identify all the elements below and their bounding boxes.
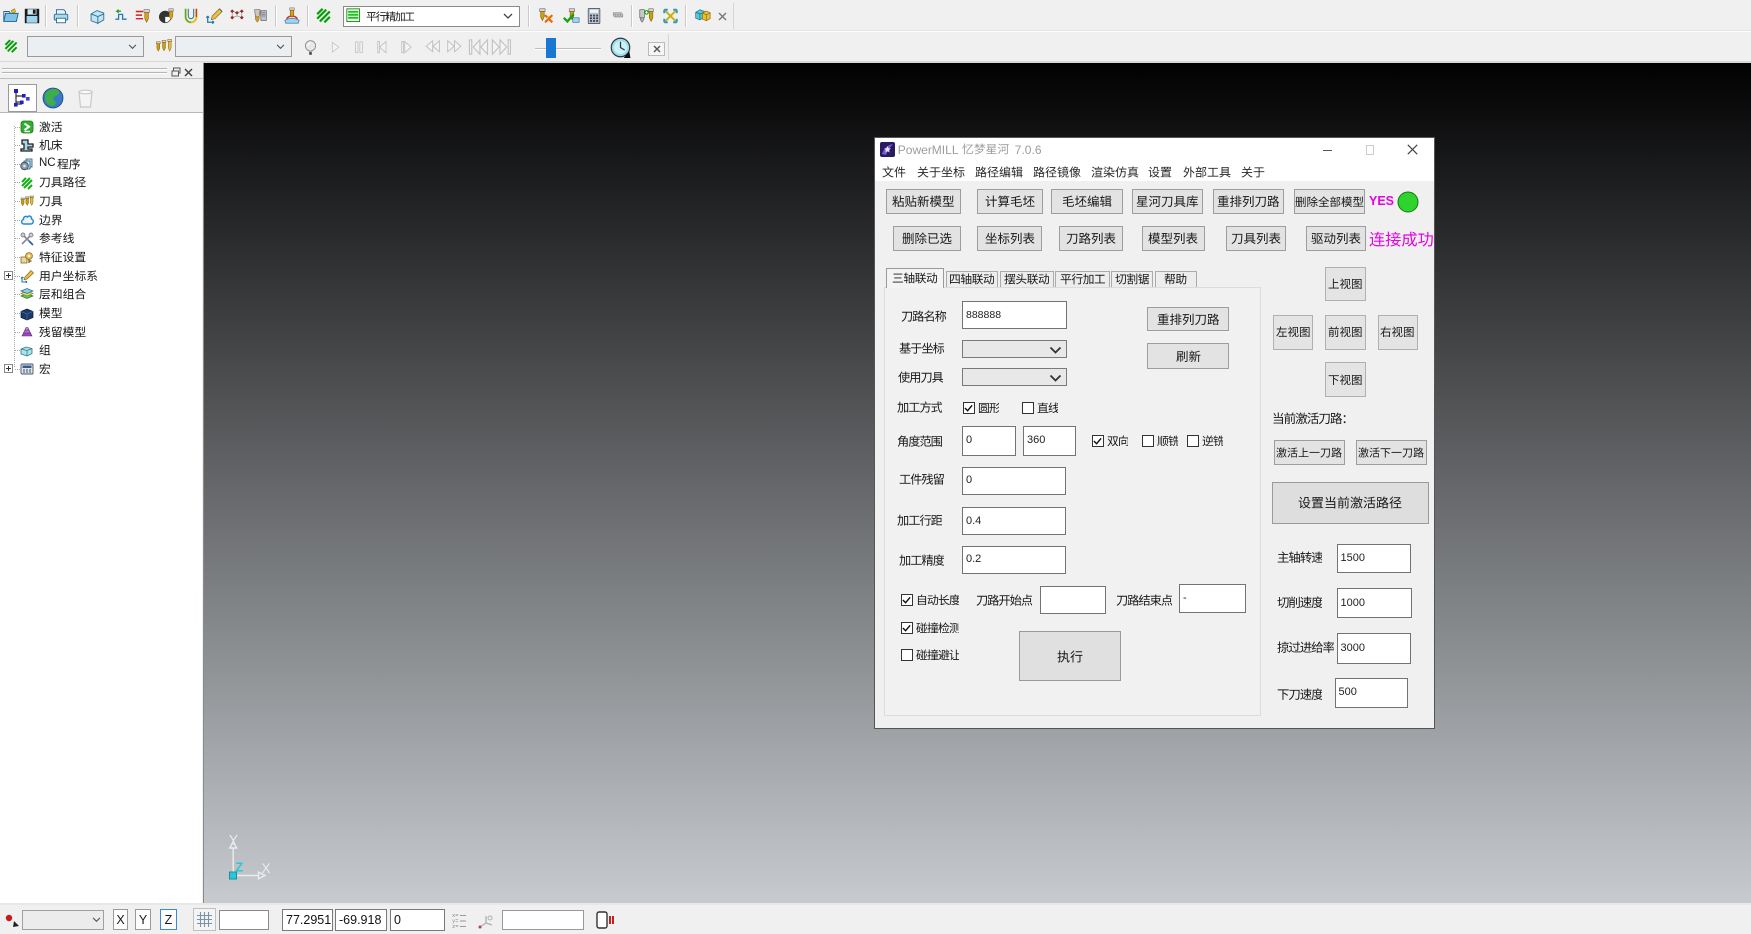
svg-text:Y: Y [229,833,238,848]
svg-text:z=: z= [452,923,459,929]
svg-text:X: X [262,861,271,876]
